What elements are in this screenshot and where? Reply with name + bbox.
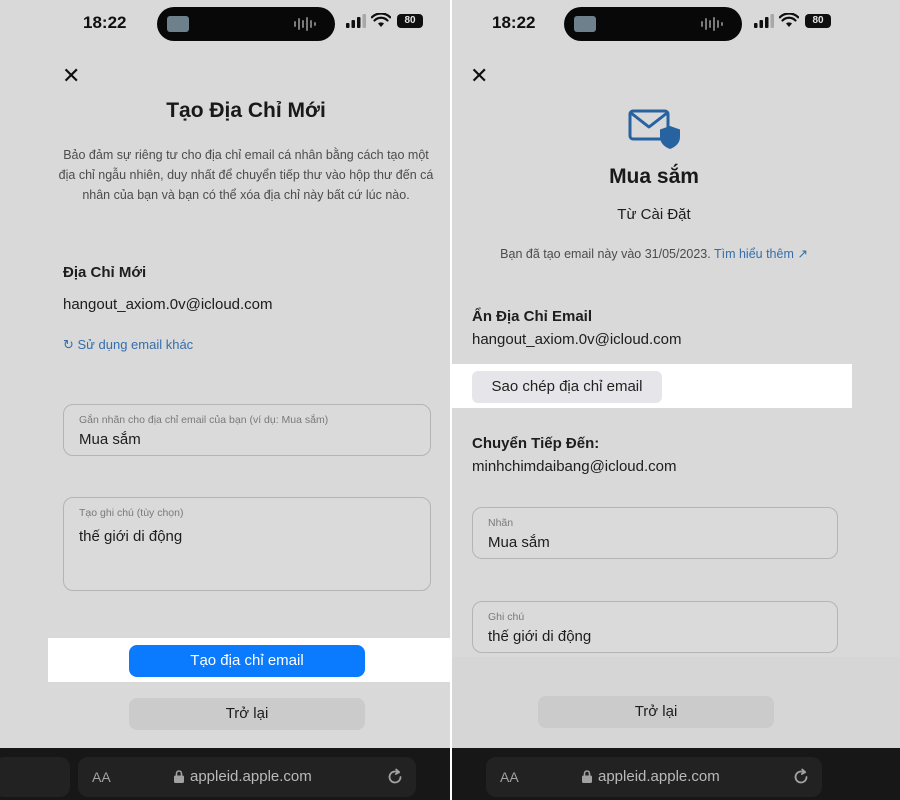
lock-icon: [582, 770, 592, 783]
label-input-value: Mua sắm: [79, 431, 141, 448]
new-address-label: Địa Chỉ Mới: [63, 264, 147, 281]
browser-side-button[interactable]: [0, 757, 70, 797]
right-phone-screen: 18:22 80 ✕ Mua sắm Từ Cài Đặt Bạn đã tạo…: [452, 0, 900, 800]
hide-email-value: hangout_axiom.0v@icloud.com: [472, 331, 682, 348]
address-bar[interactable]: AA appleid.apple.com: [486, 757, 822, 797]
status-time: 18:22: [83, 13, 127, 32]
note-input-value: thế giới di động: [79, 528, 183, 545]
cellular-signal-icon: [346, 14, 366, 28]
dynamic-island: [157, 7, 335, 41]
address-bar[interactable]: AA appleid.apple.com: [78, 757, 416, 797]
create-email-button[interactable]: Tạo địa chỉ email: [129, 645, 365, 677]
label-input[interactable]: Nhãn Mua sắm: [472, 507, 838, 559]
note-input[interactable]: Tạo ghi chú (tùy chọn) thế giới di động: [63, 497, 431, 591]
subtitle: Từ Cài Đặt: [617, 206, 691, 223]
back-button[interactable]: Trở lại: [129, 698, 365, 730]
label-input-label: Nhãn: [488, 517, 514, 529]
reader-aa-button[interactable]: AA: [500, 769, 519, 785]
media-thumbnail-icon: [574, 16, 596, 32]
mail-shield-icon: [628, 109, 680, 149]
left-phone-screen: 18:22 80 ✕ Tạo Địa Chỉ Mới Bảo đảm sự ri…: [0, 0, 450, 800]
forward-label: Chuyển Tiếp Đến:: [472, 435, 600, 452]
page-title: Tạo Địa Chỉ Mới: [166, 99, 326, 122]
label-input[interactable]: Gắn nhãn cho địa chỉ email của bạn (ví d…: [63, 404, 431, 456]
reload-icon[interactable]: [792, 768, 810, 786]
refresh-icon: ↻: [63, 337, 78, 352]
battery-icon: 80: [397, 14, 423, 28]
battery-icon: 80: [805, 14, 831, 28]
audio-wave-icon: [701, 17, 723, 31]
label-input-label: Gắn nhãn cho địa chỉ email của bạn (ví d…: [79, 414, 329, 426]
created-text: Bạn đã tạo email này vào 31/05/2023.: [500, 247, 711, 261]
created-info: Bạn đã tạo email này vào 31/05/2023. Tìm…: [452, 246, 856, 261]
copy-email-button[interactable]: Sao chép địa chỉ email: [472, 371, 662, 403]
status-icons: 80: [754, 12, 834, 32]
dynamic-island: [564, 7, 742, 41]
status-time: 18:22: [492, 13, 536, 32]
close-icon[interactable]: ✕: [470, 65, 490, 87]
wifi-icon: [371, 13, 391, 27]
forward-value: minhchimdaibang@icloud.com: [472, 458, 677, 475]
new-address-value: hangout_axiom.0v@icloud.com: [63, 296, 273, 313]
wifi-icon: [779, 13, 799, 27]
note-input-value: thế giới di động: [488, 628, 592, 645]
label-input-value: Mua sắm: [488, 534, 550, 551]
note-input[interactable]: Ghi chú thế giới di động: [472, 601, 838, 653]
lock-icon: [174, 770, 184, 783]
reader-aa-button[interactable]: AA: [92, 769, 111, 785]
back-button[interactable]: Trở lại: [538, 696, 774, 728]
url-text: appleid.apple.com: [190, 768, 312, 785]
audio-wave-icon: [294, 17, 316, 31]
hide-email-label: Ẩn Địa Chỉ Email: [472, 308, 593, 325]
use-other-email-link[interactable]: ↻ Sử dụng email khác: [63, 337, 193, 353]
description-text: Bảo đảm sự riêng tư cho địa chỉ email cá…: [58, 148, 434, 202]
reload-icon[interactable]: [386, 768, 404, 786]
learn-more-link[interactable]: Tìm hiểu thêm ↗: [714, 247, 808, 261]
media-thumbnail-icon: [167, 16, 189, 32]
cellular-signal-icon: [754, 14, 774, 28]
note-input-label: Ghi chú: [488, 611, 525, 623]
note-input-label: Tạo ghi chú (tùy chọn): [79, 507, 184, 519]
close-icon[interactable]: ✕: [62, 65, 82, 87]
status-icons: 80: [346, 12, 426, 32]
url-text: appleid.apple.com: [598, 768, 720, 785]
use-other-email-label: Sử dụng email khác: [77, 337, 194, 352]
page-title: Mua sắm: [609, 165, 699, 188]
